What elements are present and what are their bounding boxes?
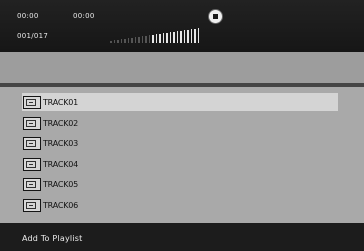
track-label: TRACK01	[43, 97, 79, 107]
volume-bar	[159, 34, 161, 43]
track-label: TRACK03	[43, 138, 79, 148]
list-item[interactable]: TRACK01	[22, 93, 338, 111]
file-icon	[23, 136, 41, 150]
volume-bar	[148, 35, 150, 43]
volume-bar	[117, 40, 119, 43]
volume-bar	[145, 36, 147, 43]
track-label: TRACK06	[43, 200, 79, 210]
list-item[interactable]: TRACK04	[22, 155, 338, 173]
volume-bar	[141, 36, 143, 43]
add-to-playlist-label: Add To Playlist	[22, 234, 83, 243]
file-icon	[23, 177, 41, 191]
volume-bar	[120, 39, 122, 43]
file-icon	[23, 198, 41, 212]
header-band	[0, 52, 364, 83]
volume-bar	[187, 30, 189, 43]
volume-bar	[124, 39, 126, 43]
volume-bar	[194, 29, 196, 43]
list-item[interactable]: TRACK02	[22, 114, 338, 132]
volume-bar	[155, 34, 157, 43]
track-label: TRACK05	[43, 179, 79, 189]
volume-bar	[180, 31, 182, 43]
volume-bar	[152, 35, 154, 43]
volume-bar	[176, 31, 178, 43]
track-counter: 001/017	[17, 32, 49, 40]
file-icon	[23, 95, 41, 109]
list-item[interactable]: TRACK03	[22, 134, 338, 152]
footer-bar[interactable]: Add To Playlist	[0, 223, 364, 251]
volume-bar	[134, 37, 136, 43]
volume-bar	[190, 29, 192, 43]
volume-bar	[166, 33, 168, 43]
status-bar: 00:00 00:00 001/017	[0, 0, 364, 52]
track-list: TRACK01 TRACK02 TRACK03 TRACK04 TRACK05 …	[0, 87, 364, 223]
volume-bar	[197, 28, 199, 43]
volume-indicator	[110, 27, 199, 43]
file-icon	[23, 157, 41, 171]
media-player-screen: 00:00 00:00 001/017 TRACK01 TRACK02 TRAC…	[0, 0, 364, 251]
volume-bar	[173, 32, 175, 43]
track-label: TRACK02	[43, 118, 79, 128]
volume-bar	[162, 33, 164, 43]
stop-button[interactable]	[209, 10, 222, 23]
total-time: 00:00	[73, 12, 95, 20]
file-icon	[23, 116, 41, 130]
volume-bar	[169, 32, 171, 43]
volume-bar	[110, 41, 112, 43]
track-label: TRACK04	[43, 159, 79, 169]
elapsed-time: 00:00	[17, 12, 39, 20]
volume-bar	[131, 38, 133, 43]
volume-bar	[113, 40, 115, 43]
volume-bar	[127, 38, 129, 43]
volume-bar	[183, 30, 185, 43]
stop-icon	[213, 14, 218, 19]
list-item[interactable]: TRACK05	[22, 175, 338, 193]
volume-bar	[138, 37, 140, 43]
list-item[interactable]: TRACK06	[22, 196, 338, 214]
